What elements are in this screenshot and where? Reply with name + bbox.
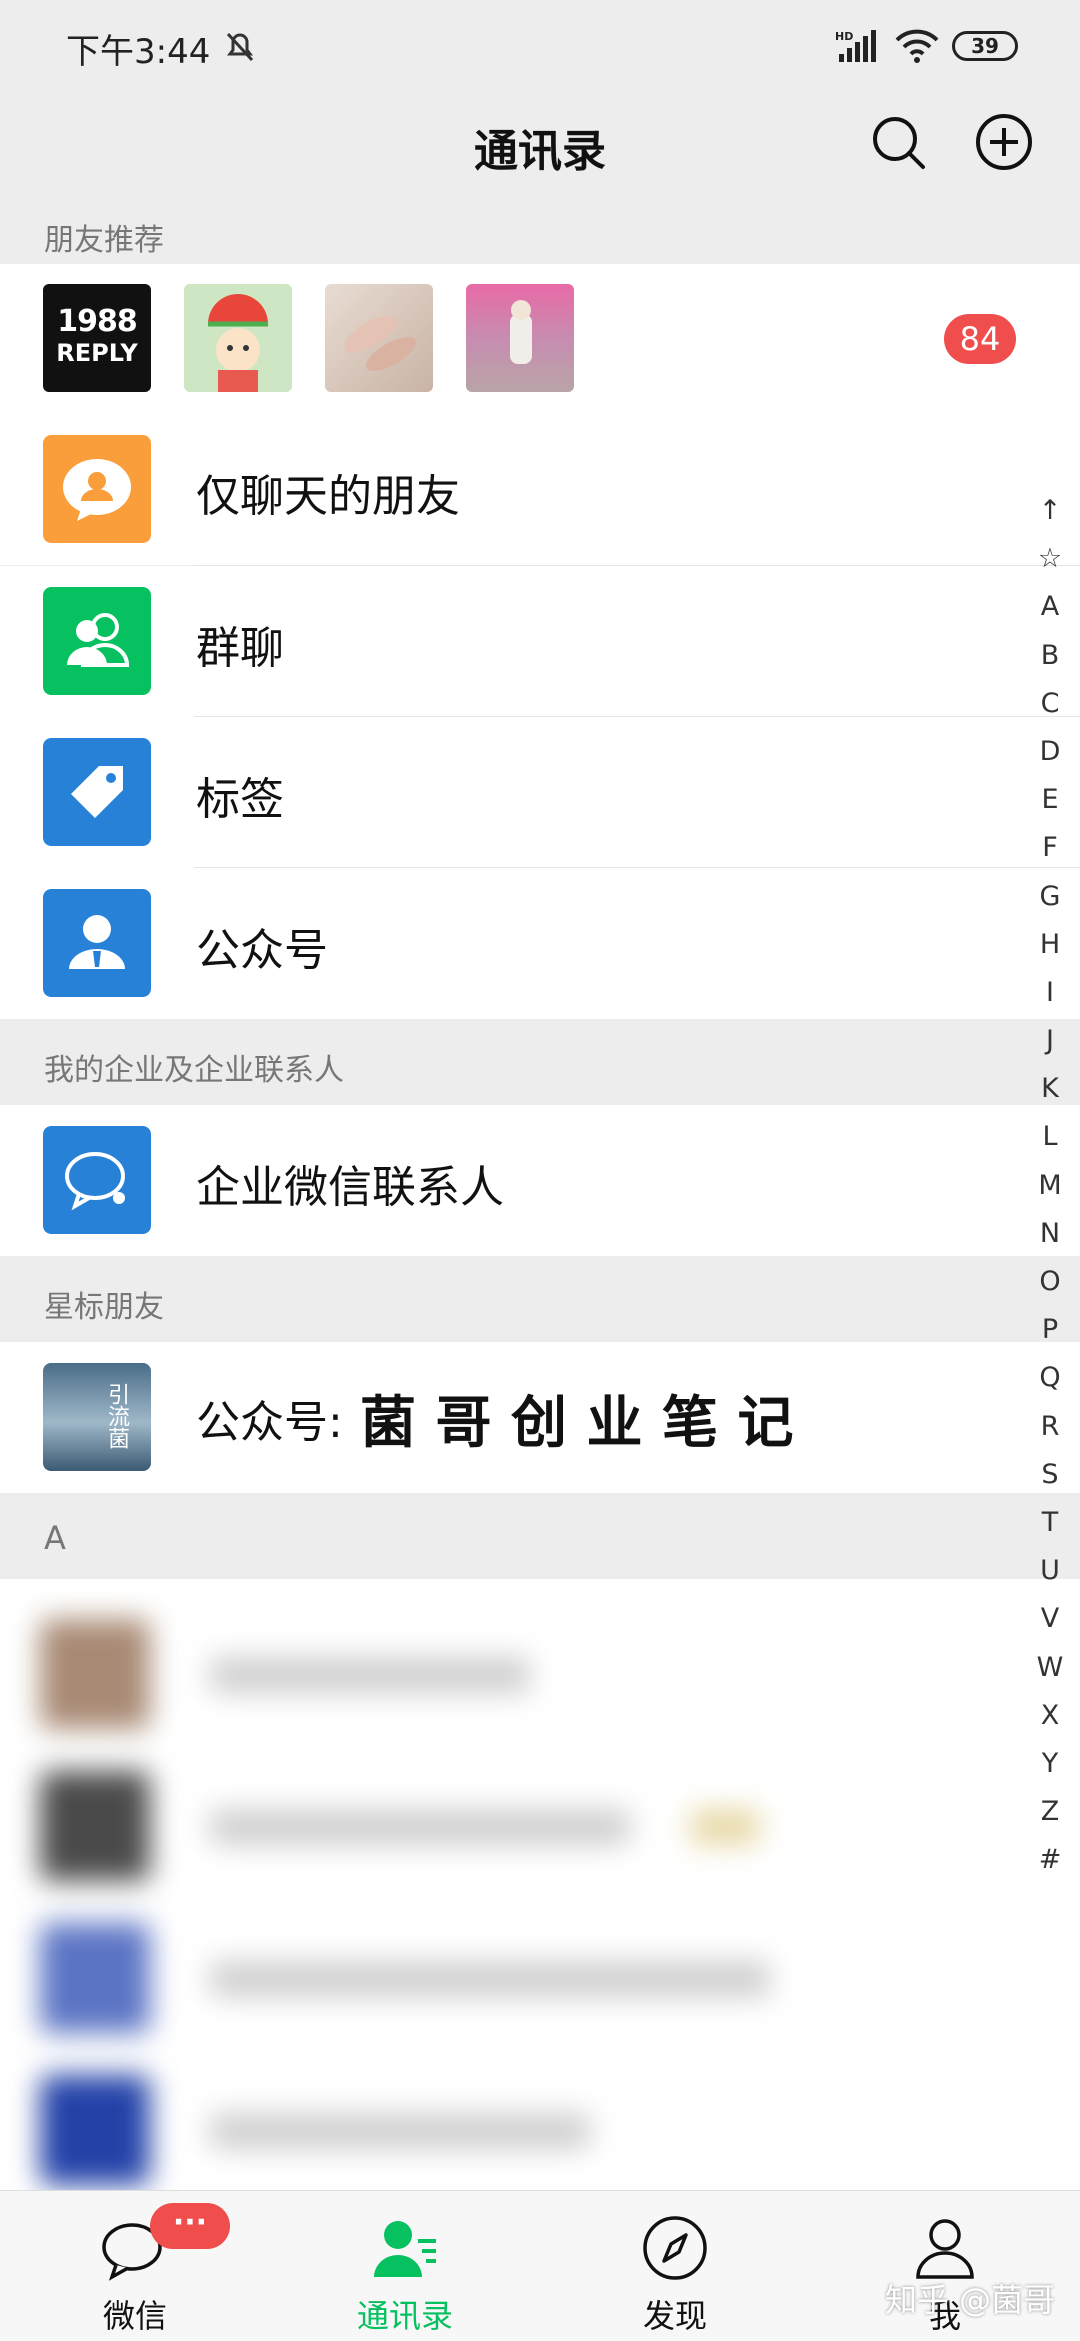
- index-letter[interactable]: Z: [1020, 1796, 1080, 1844]
- thumb-text-a: 1988: [57, 304, 138, 339]
- index-letter[interactable]: B: [1020, 640, 1080, 688]
- official-account-icon: [43, 889, 151, 997]
- index-letter[interactable]: D: [1020, 736, 1080, 784]
- watermark: 知乎 @菌哥: [885, 2281, 1056, 2319]
- index-letter[interactable]: ☆: [1020, 543, 1080, 591]
- index-letter[interactable]: O: [1020, 1266, 1080, 1314]
- index-letter[interactable]: Q: [1020, 1362, 1080, 1410]
- starred-friend-item[interactable]: 引流菌 公众号: 菌 哥 创 业 笔 记: [0, 1342, 1080, 1493]
- status-time: 下午3:44: [66, 32, 211, 72]
- menu-item-chat-only-friends[interactable]: 仅聊天的朋友: [0, 414, 1080, 565]
- starred-item-name: 菌 哥 创 业 笔 记: [360, 1391, 794, 1456]
- tab-label: 微信: [102, 2297, 167, 2335]
- chats-unread-badge: ···: [150, 2203, 230, 2249]
- index-letter[interactable]: S: [1020, 1459, 1080, 1507]
- tag-icon: [43, 738, 151, 846]
- menu-label: 仅聊天的朋友: [196, 471, 460, 522]
- list-item[interactable]: [0, 2055, 960, 2205]
- section-title: 星标朋友: [44, 1290, 164, 1325]
- index-letter[interactable]: M: [1020, 1170, 1080, 1218]
- tab-discover[interactable]: 发现: [540, 2191, 810, 2341]
- mute-bell-icon: [226, 32, 254, 62]
- section-header-a: A: [0, 1493, 1080, 1579]
- index-letter[interactable]: A: [1020, 591, 1080, 639]
- list-item[interactable]: [0, 1751, 960, 1901]
- section-title: 我的企业及企业联系人: [44, 1053, 344, 1088]
- index-letter[interactable]: ↑: [1020, 495, 1080, 543]
- person-icon: [916, 2219, 974, 2279]
- index-letter[interactable]: V: [1020, 1603, 1080, 1651]
- signal-icon: HD: [835, 30, 876, 62]
- index-letter[interactable]: W: [1020, 1652, 1080, 1700]
- recommend-count-badge: 84: [944, 314, 1016, 364]
- tab-contacts[interactable]: 通讯录: [270, 2191, 540, 2341]
- status-bar: 下午3:44 HD 39: [0, 0, 1080, 90]
- contact-list-blurred: [0, 1579, 1080, 2190]
- index-letter[interactable]: G: [1020, 881, 1080, 929]
- recommend-avatar-1: 1988 REPLY: [43, 284, 151, 392]
- search-icon[interactable]: [868, 112, 928, 172]
- section-header-recommend: 朋友推荐: [0, 195, 1080, 264]
- index-letter[interactable]: L: [1020, 1121, 1080, 1169]
- index-letter[interactable]: Y: [1020, 1748, 1080, 1796]
- index-letter[interactable]: J: [1020, 1025, 1080, 1073]
- section-header-enterprise: 我的企业及企业联系人: [0, 1019, 1080, 1105]
- list-item[interactable]: [0, 1903, 960, 2053]
- alphabet-index[interactable]: ↑ ☆ A B C D E F G H I J K L M N O P Q R S T U V W X Y Z #: [1020, 495, 1080, 1892]
- avatar-text: 引流菌: [104, 1383, 129, 1449]
- starred-item-prefix: 公众号:: [196, 1397, 343, 1448]
- section-title: 朋友推荐: [44, 223, 164, 258]
- list-item[interactable]: [0, 1599, 960, 1749]
- index-letter[interactable]: C: [1020, 688, 1080, 736]
- friend-recommend-row[interactable]: 1988 REPLY: [0, 264, 1080, 414]
- index-letter[interactable]: P: [1020, 1314, 1080, 1362]
- index-letter[interactable]: R: [1020, 1411, 1080, 1459]
- index-letter[interactable]: H: [1020, 929, 1080, 977]
- starred-avatar: 引流菌: [43, 1363, 151, 1471]
- battery-indicator: 39: [952, 31, 1018, 61]
- contacts-icon: [374, 2221, 436, 2277]
- section-title: A: [44, 1519, 66, 1557]
- index-letter[interactable]: X: [1020, 1700, 1080, 1748]
- index-letter[interactable]: F: [1020, 832, 1080, 880]
- menu-label: 群聊: [196, 623, 284, 674]
- group-chat-icon: [43, 587, 151, 695]
- recommend-avatar-2: [184, 284, 292, 392]
- index-letter[interactable]: E: [1020, 784, 1080, 832]
- menu-label: 公众号: [196, 925, 328, 976]
- thumb-text-b: REPLY: [56, 339, 138, 367]
- tab-label: 发现: [642, 2297, 707, 2335]
- section-header-starred: 星标朋友: [0, 1256, 1080, 1342]
- compass-icon: [643, 2216, 707, 2280]
- wecom-icon: [43, 1126, 151, 1234]
- menu-item-tags[interactable]: 标签: [0, 717, 1080, 868]
- index-letter[interactable]: K: [1020, 1073, 1080, 1121]
- index-letter[interactable]: I: [1020, 977, 1080, 1025]
- tab-chats[interactable]: ··· 微信: [0, 2191, 270, 2341]
- index-letter[interactable]: T: [1020, 1507, 1080, 1555]
- menu-item-official-accounts[interactable]: 公众号: [0, 868, 1080, 1019]
- menu-label: 企业微信联系人: [196, 1162, 504, 1213]
- svg-text:HD: HD: [835, 30, 853, 43]
- recommend-avatar-3: [325, 284, 433, 392]
- index-letter[interactable]: #: [1020, 1844, 1080, 1892]
- add-icon[interactable]: [974, 112, 1034, 172]
- recommend-avatar-4: [466, 284, 574, 392]
- title-bar: 通讯录: [0, 90, 1080, 195]
- index-letter[interactable]: N: [1020, 1218, 1080, 1266]
- menu-item-group-chats[interactable]: 群聊: [0, 566, 1080, 717]
- tab-label: 通讯录: [356, 2297, 453, 2335]
- menu-item-wecom-contacts[interactable]: 企业微信联系人: [0, 1105, 1080, 1256]
- wifi-icon: [895, 29, 939, 63]
- menu-label: 标签: [196, 774, 284, 825]
- index-letter[interactable]: U: [1020, 1555, 1080, 1603]
- chat-only-friends-icon: [43, 435, 151, 543]
